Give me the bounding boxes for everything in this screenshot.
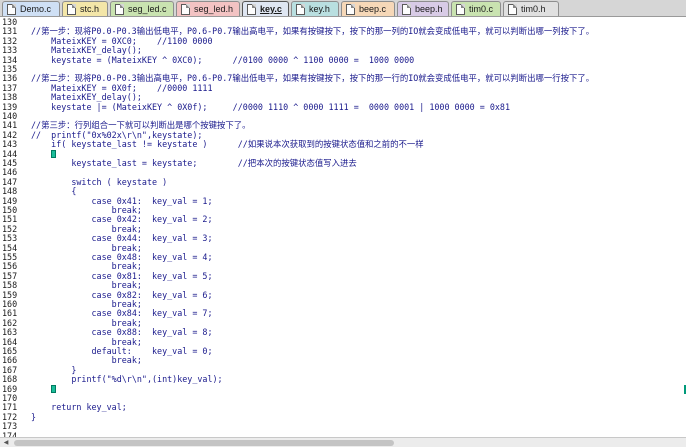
scroll-left-icon[interactable]: ◀ xyxy=(2,439,10,447)
horizontal-scrollbar[interactable]: ◀ xyxy=(0,437,686,447)
tab-label: Demo.c xyxy=(20,4,52,14)
code-line[interactable]: 172} xyxy=(0,411,686,422)
tab-label: seg_led.h xyxy=(194,4,234,14)
tab-tim0-c[interactable]: tim0.c xyxy=(451,1,501,16)
code-line[interactable]: 145 keystate_last = keystate; //把本次的按键状态… xyxy=(0,158,686,168)
tab-beep-c[interactable]: beep.c xyxy=(341,1,395,16)
brace-match-marker xyxy=(51,384,57,393)
file-icon xyxy=(247,4,256,15)
code-line[interactable]: 143 if( keystate_last != keystate ) //如果… xyxy=(0,139,686,150)
code-line[interactable]: 147 switch ( keystate ) xyxy=(0,177,686,187)
scrollbar-thumb[interactable] xyxy=(14,440,394,446)
tab-key-h[interactable]: key.h xyxy=(291,1,339,16)
tab-label: seg_led.c xyxy=(128,4,167,14)
tab-seg-led-c[interactable]: seg_led.c xyxy=(110,1,174,16)
tab-label: beep.h xyxy=(415,4,443,14)
file-icon xyxy=(402,4,411,15)
tab-label: key.h xyxy=(309,4,330,14)
tab-seg-led-h[interactable]: seg_led.h xyxy=(176,1,240,16)
file-icon xyxy=(346,4,355,15)
tab-demo-c[interactable]: Demo.c xyxy=(2,1,60,16)
brace-match-marker xyxy=(51,149,57,158)
tab-stc-h[interactable]: stc.h xyxy=(62,1,108,16)
code-line[interactable]: 171 return key_val; xyxy=(0,402,686,413)
code-line[interactable]: 166 break; xyxy=(0,355,686,365)
tab-beep-h[interactable]: beep.h xyxy=(397,1,449,16)
code-text: if( keystate_last != keystate ) //如果说本次获… xyxy=(31,139,424,150)
code-text xyxy=(31,384,57,394)
code-text: return key_val; xyxy=(31,402,127,413)
code-text: keystate |= (MateixKEY ^ 0X0f); //0000 1… xyxy=(31,101,511,112)
file-icon xyxy=(508,4,517,15)
code-editor[interactable]: 130 131//第一步：现将P0.0-P0.3输出低电平，P0.6-P0.7输出… xyxy=(0,17,686,441)
code-text: keystate = (MateixKEY ^ 0XC0); //0100 00… xyxy=(31,54,415,65)
code-line[interactable]: 139 keystate |= (MateixKEY ^ 0X0f); //00… xyxy=(0,101,686,112)
file-icon xyxy=(7,4,16,15)
file-icon xyxy=(67,4,76,15)
file-tab-bar: Demo.c stc.h seg_led.c seg_led.h key.c key.h b… xyxy=(0,0,686,17)
tab-label: tim0.h xyxy=(521,4,546,14)
code-text: } xyxy=(31,411,37,422)
tab-label: tim0.c xyxy=(469,4,494,14)
file-icon xyxy=(181,4,190,15)
file-icon xyxy=(296,4,305,15)
tab-label: beep.c xyxy=(359,4,387,14)
code-line[interactable]: 168 printf("%d\r\n",(int)key_val); xyxy=(0,374,686,385)
tab-label: key.c xyxy=(260,4,282,14)
code-line[interactable]: 134 keystate = (MateixKEY ^ 0XC0); //010… xyxy=(0,54,686,65)
tab-key-c[interactable]: key.c xyxy=(242,1,289,16)
tab-tim0-h[interactable]: tim0.h xyxy=(503,1,559,16)
code-line[interactable]: 169 xyxy=(0,384,686,394)
code-text: keystate_last = keystate; //把本次的按键状态值写入进… xyxy=(31,158,357,168)
code-line[interactable]: 173 xyxy=(0,421,686,431)
file-icon xyxy=(115,4,124,15)
file-icon xyxy=(456,4,465,15)
code-text: printf("%d\r\n",(int)key_val); xyxy=(31,374,223,385)
tab-label: stc.h xyxy=(80,4,100,14)
